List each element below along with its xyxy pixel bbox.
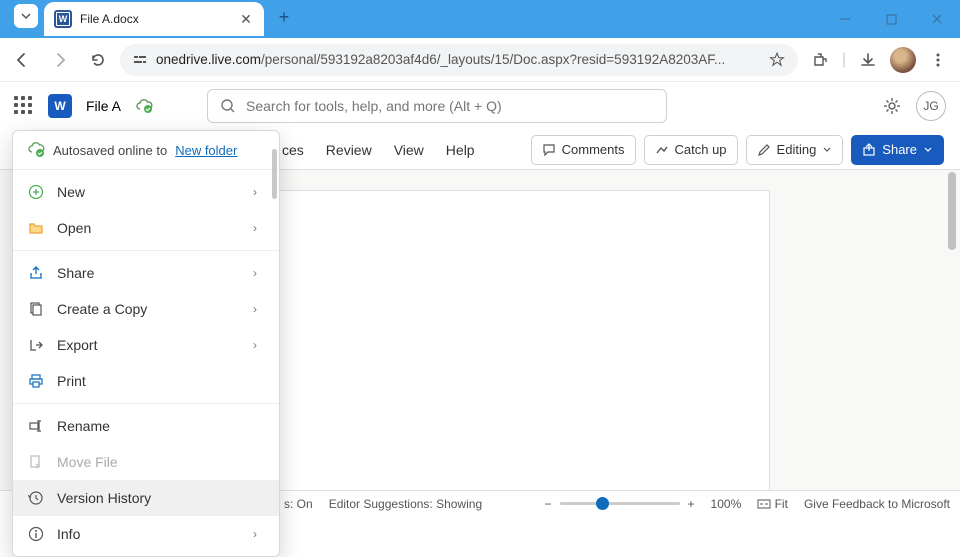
plus-circle-icon: [27, 183, 45, 201]
comment-icon: [542, 143, 556, 157]
rename-icon: [27, 417, 45, 435]
autosave-location-link[interactable]: New folder: [175, 143, 237, 158]
tab-references[interactable]: ces: [282, 138, 304, 162]
account-button[interactable]: JG: [916, 91, 946, 121]
history-icon: [27, 489, 45, 507]
forward-button[interactable]: [44, 44, 76, 76]
header-right: JG: [882, 91, 946, 121]
url-text: onedrive.live.com/personal/593192a8203af…: [156, 52, 760, 67]
tab-view[interactable]: View: [394, 138, 424, 162]
autosave-status: Autosaved online to New folder: [13, 131, 279, 169]
word-favicon: W: [54, 10, 72, 28]
star-icon[interactable]: [768, 51, 786, 69]
settings-gear-icon[interactable]: [882, 96, 902, 116]
chevron-right-icon: ›: [253, 527, 257, 541]
document-name[interactable]: File A: [86, 98, 121, 114]
search-input[interactable]: [246, 98, 654, 114]
zoom-slider: − +: [545, 497, 695, 511]
menu-rename[interactable]: Rename: [13, 408, 279, 444]
menu-print[interactable]: Print: [13, 363, 279, 399]
tab-help[interactable]: Help: [446, 138, 475, 162]
address-bar[interactable]: onedrive.live.com/personal/593192a8203af…: [120, 44, 798, 76]
close-window-button[interactable]: [914, 0, 960, 38]
printer-icon: [27, 372, 45, 390]
folder-open-icon: [27, 219, 45, 237]
menu-create-copy[interactable]: Create a Copy ›: [13, 291, 279, 327]
menu-info[interactable]: Info ›: [13, 516, 279, 552]
comments-button[interactable]: Comments: [531, 135, 636, 165]
back-button[interactable]: [6, 44, 38, 76]
browser-menu-button[interactable]: [922, 44, 954, 76]
search-box[interactable]: [207, 89, 667, 123]
search-icon: [220, 98, 236, 114]
minimize-button[interactable]: [822, 0, 868, 38]
separator: |: [842, 51, 846, 69]
ribbon-tabs: ces Review View Help: [282, 138, 475, 162]
browser-titlebar: W File A.docx ✕ +: [0, 0, 960, 38]
menu-new[interactable]: New ›: [13, 174, 279, 210]
fit-toggle[interactable]: Fit: [757, 497, 788, 511]
zoom-percent[interactable]: 100%: [711, 497, 742, 511]
tab-search-button[interactable]: [14, 4, 38, 28]
chevron-right-icon: ›: [253, 302, 257, 316]
downloads-button[interactable]: [852, 44, 884, 76]
word-app-icon[interactable]: W: [48, 94, 72, 118]
chevron-right-icon: ›: [253, 221, 257, 235]
menu-version-history[interactable]: Version History: [13, 480, 279, 516]
menu-open[interactable]: Open ›: [13, 210, 279, 246]
browser-toolbar: onedrive.live.com/personal/593192a8203af…: [0, 38, 960, 82]
extensions-button[interactable]: [804, 44, 836, 76]
profile-avatar[interactable]: [890, 47, 916, 73]
share-button[interactable]: Share: [851, 135, 944, 165]
reload-button[interactable]: [82, 44, 114, 76]
export-icon: [27, 336, 45, 354]
feedback-link[interactable]: Give Feedback to Microsoft: [804, 497, 950, 511]
new-tab-button[interactable]: +: [270, 3, 298, 31]
file-menu: Autosaved online to New folder New › Ope…: [12, 130, 280, 557]
window-controls: [822, 0, 960, 38]
editing-mode-button[interactable]: Editing: [746, 135, 844, 165]
ribbon-right: Comments Catch up Editing Share: [531, 135, 944, 165]
saved-cloud-icon[interactable]: [135, 97, 153, 115]
maximize-button[interactable]: [868, 0, 914, 38]
info-icon: [27, 525, 45, 543]
site-settings-icon[interactable]: [132, 52, 148, 68]
chevron-down-icon: [822, 145, 832, 155]
copy-icon: [27, 300, 45, 318]
zoom-track[interactable]: [560, 502, 680, 505]
chevron-down-icon: [20, 10, 32, 22]
app-launcher-button[interactable]: [14, 96, 34, 116]
vertical-scrollbar[interactable]: [948, 172, 956, 250]
menu-move-file: Move File: [13, 444, 279, 480]
zoom-out-button[interactable]: −: [545, 497, 552, 511]
catchup-button[interactable]: Catch up: [644, 135, 738, 165]
track-changes-status[interactable]: s: On: [284, 497, 313, 511]
menu-scrollbar[interactable]: [272, 149, 277, 199]
chevron-right-icon: ›: [253, 338, 257, 352]
cloud-sync-icon: [27, 141, 45, 159]
catchup-icon: [655, 143, 669, 157]
tab-review[interactable]: Review: [326, 138, 372, 162]
zoom-in-button[interactable]: +: [688, 497, 695, 511]
chevron-right-icon: ›: [253, 185, 257, 199]
browser-tab[interactable]: W File A.docx ✕: [44, 2, 264, 36]
editor-suggestions-status[interactable]: Editor Suggestions: Showing: [329, 497, 482, 511]
move-file-icon: [27, 453, 45, 471]
zoom-thumb[interactable]: [596, 497, 609, 510]
tab-title: File A.docx: [80, 12, 238, 26]
menu-export[interactable]: Export ›: [13, 327, 279, 363]
app-header: W File A JG: [0, 82, 960, 130]
chevron-down-icon: [923, 145, 933, 155]
chevron-right-icon: ›: [253, 266, 257, 280]
menu-share[interactable]: Share ›: [13, 255, 279, 291]
pencil-icon: [757, 143, 771, 157]
share-arrow-icon: [27, 264, 45, 282]
tab-well: W File A.docx ✕ +: [0, 0, 298, 38]
tab-close-button[interactable]: ✕: [238, 11, 254, 27]
share-icon: [862, 143, 876, 157]
